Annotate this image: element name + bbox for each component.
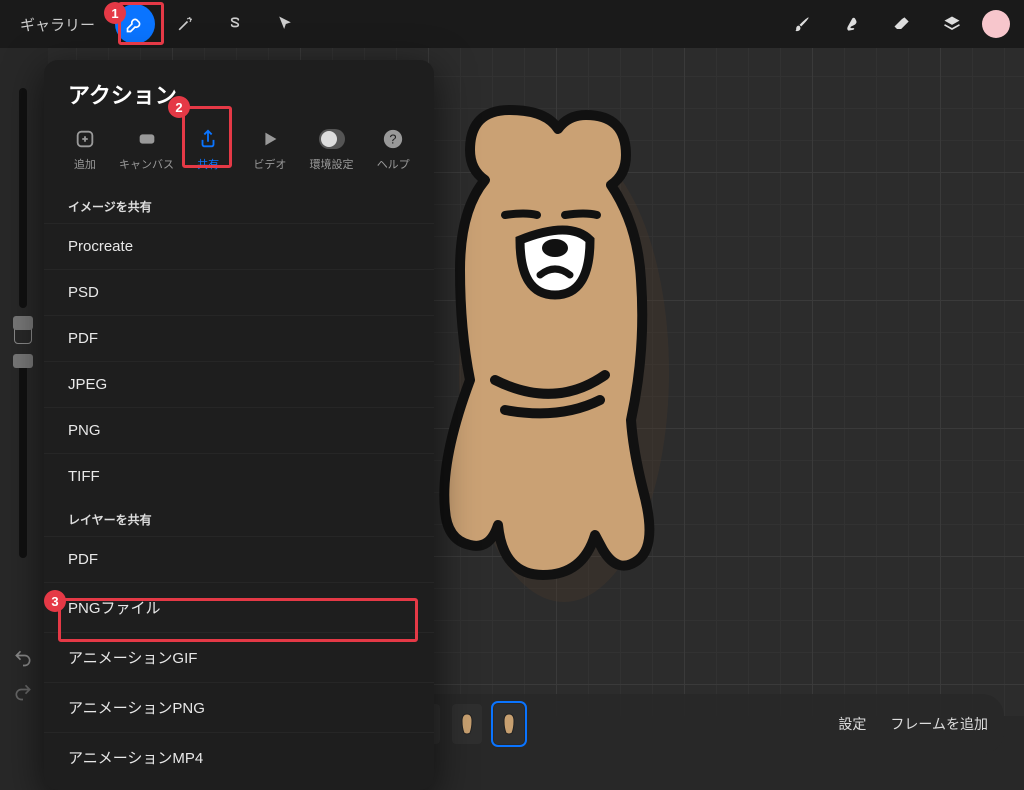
timeline-frame-selected[interactable] <box>494 704 524 744</box>
help-icon: ? <box>380 126 406 152</box>
tab-share[interactable]: 共有 <box>177 122 239 176</box>
color-swatch-button[interactable] <box>982 10 1010 38</box>
wand-icon <box>175 14 195 34</box>
selection-button[interactable] <box>215 4 255 44</box>
undo-icon[interactable] <box>13 648 33 668</box>
eraser-icon <box>892 14 912 34</box>
share-png[interactable]: PNG <box>44 407 434 453</box>
share-pdf[interactable]: PDF <box>44 315 434 361</box>
tab-label: 追加 <box>74 156 96 172</box>
tab-label: ヘルプ <box>377 156 410 172</box>
opacity-slider[interactable] <box>19 358 27 558</box>
timeline-controls: 設定 フレームを追加 <box>838 714 988 734</box>
share-layer-png-files[interactable]: PNGファイル <box>44 582 434 632</box>
share-tiff[interactable]: TIFF <box>44 453 434 499</box>
toggle-icon <box>319 126 345 152</box>
artwork-bear <box>410 90 690 630</box>
actions-panel: アクション 追加 キャンバス 共有 ビデオ 環境設定 ? ヘルプ イメージを共有… <box>44 60 434 790</box>
tab-add[interactable]: 追加 <box>54 122 116 176</box>
cursor-icon <box>275 14 295 34</box>
share-animated-mp4[interactable]: アニメーションMP4 <box>44 732 434 782</box>
section-layer-share: レイヤーを共有 <box>44 499 434 536</box>
smudge-button[interactable] <box>832 4 872 44</box>
share-procreate[interactable]: Procreate <box>44 223 434 269</box>
panel-title: アクション <box>44 78 434 122</box>
share-jpeg[interactable]: JPEG <box>44 361 434 407</box>
s-icon <box>225 14 245 34</box>
timeline-add-frame-button[interactable]: フレームを追加 <box>890 714 988 734</box>
slider-thumb[interactable] <box>13 316 33 330</box>
topbar: ギャラリー <box>0 0 1024 48</box>
brush-button[interactable] <box>782 4 822 44</box>
tab-label: 共有 <box>197 156 219 172</box>
section-image-share: イメージを共有 <box>44 186 434 223</box>
wrench-icon <box>125 14 145 34</box>
brush-size-slider[interactable] <box>19 88 27 308</box>
tab-prefs[interactable]: 環境設定 <box>301 122 363 176</box>
tab-label: ビデオ <box>253 156 286 172</box>
tab-help[interactable]: ? ヘルプ <box>362 122 424 176</box>
svg-text:?: ? <box>390 132 397 147</box>
plus-box-icon <box>72 126 98 152</box>
timeline-frame[interactable] <box>452 704 482 744</box>
crop-icon <box>134 126 160 152</box>
tab-label: 環境設定 <box>310 156 354 172</box>
actions-wrench-button[interactable] <box>115 4 155 44</box>
slider-thumb[interactable] <box>13 354 33 368</box>
timeline-settings-button[interactable]: 設定 <box>838 714 866 734</box>
actions-tabs: 追加 キャンバス 共有 ビデオ 環境設定 ? ヘルプ <box>44 122 434 186</box>
tab-video[interactable]: ビデオ <box>239 122 301 176</box>
share-psd[interactable]: PSD <box>44 269 434 315</box>
share-animated-gif[interactable]: アニメーションGIF <box>44 632 434 682</box>
side-slider-column <box>0 48 46 716</box>
smudge-icon <box>842 14 862 34</box>
share-animated-png[interactable]: アニメーションPNG <box>44 682 434 732</box>
layers-button[interactable] <box>932 4 972 44</box>
tab-canvas[interactable]: キャンバス <box>116 122 178 176</box>
redo-icon[interactable] <box>13 682 33 702</box>
adjustments-button[interactable] <box>165 4 205 44</box>
gallery-button[interactable]: ギャラリー <box>10 14 105 35</box>
play-icon <box>257 126 283 152</box>
share-icon <box>195 126 221 152</box>
undo-redo-group <box>13 648 33 702</box>
share-layer-pdf[interactable]: PDF <box>44 536 434 582</box>
topbar-left: ギャラリー <box>10 4 305 44</box>
tab-label: キャンバス <box>119 156 174 172</box>
brush-icon <box>792 14 812 34</box>
transform-button[interactable] <box>265 4 305 44</box>
eraser-button[interactable] <box>882 4 922 44</box>
topbar-right <box>782 4 1010 44</box>
layers-icon <box>942 14 962 34</box>
